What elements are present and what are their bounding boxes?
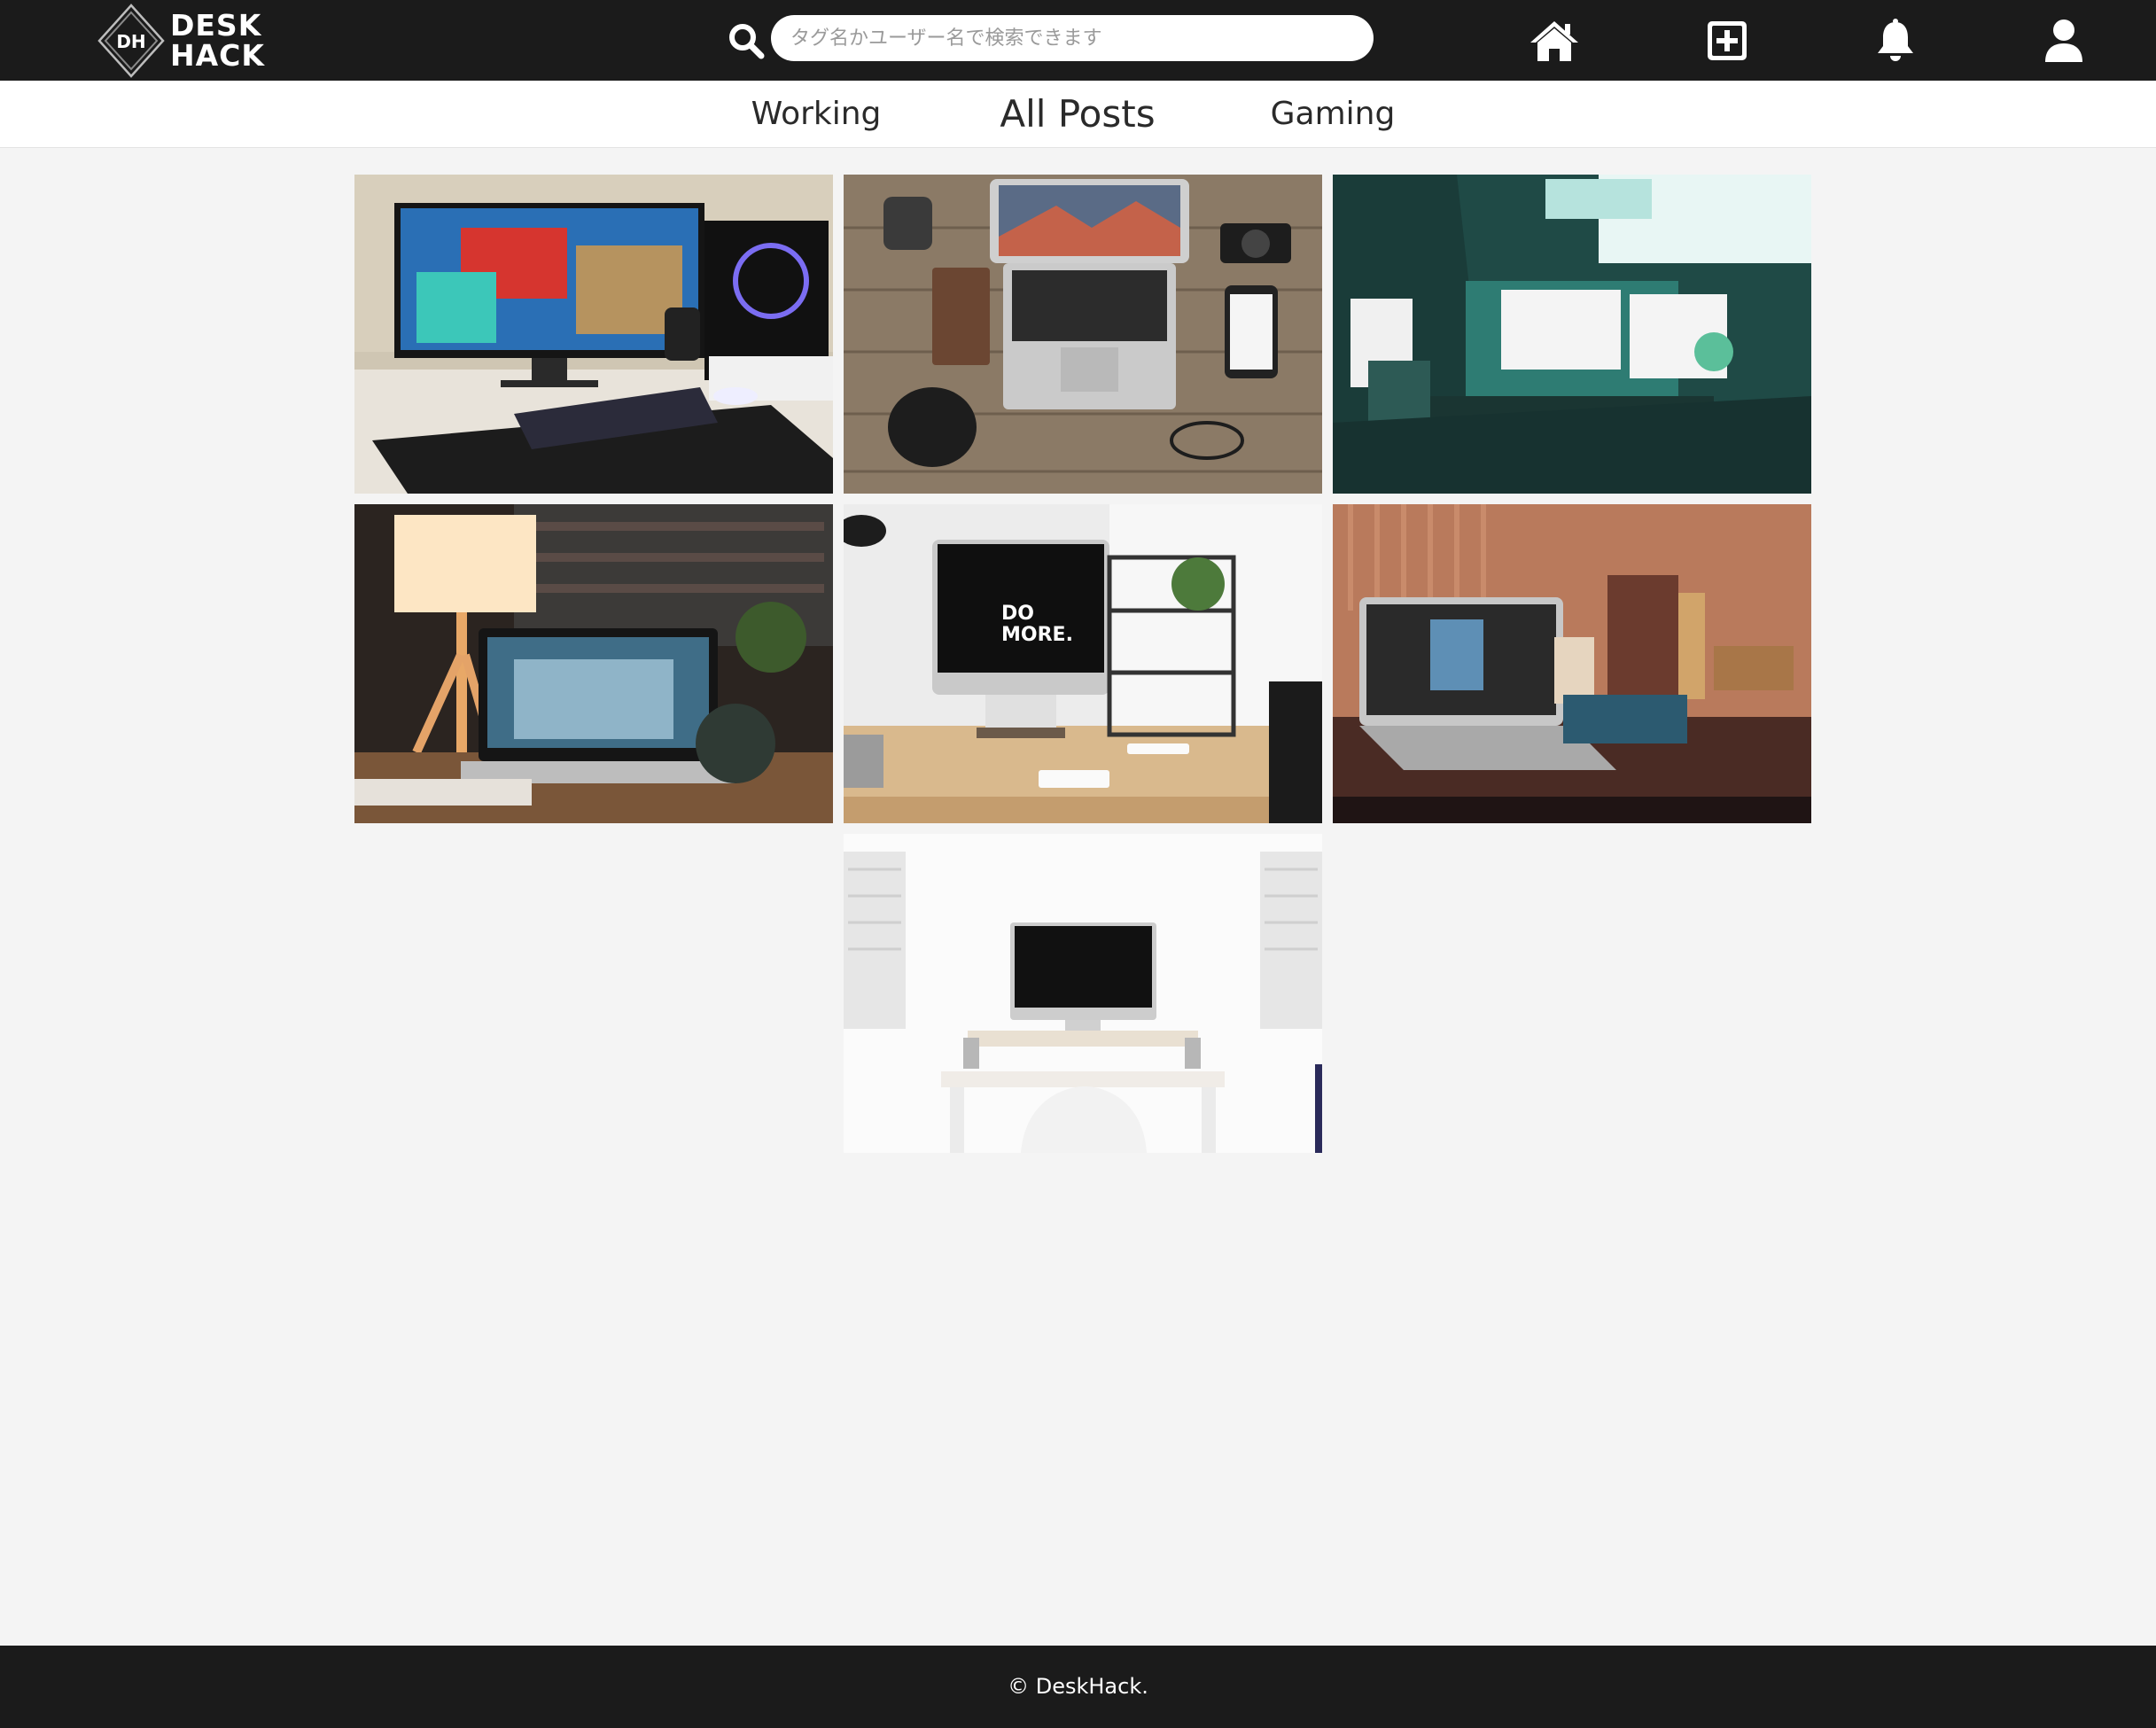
logo-diamond-icon: DH [97, 4, 165, 78]
tab-working[interactable]: Working [751, 81, 882, 148]
top-header: DH DESK HACK [0, 0, 2156, 81]
post-image [1333, 175, 1811, 494]
post-image [844, 834, 1322, 1153]
post-thumbnail-6[interactable] [1333, 504, 1811, 823]
category-tabs: Working All Posts Gaming [0, 81, 2156, 148]
post-image [354, 504, 833, 823]
brand-name: DESK HACK [170, 11, 265, 71]
search-icon[interactable] [727, 21, 766, 60]
post-image [354, 175, 833, 494]
add-post-icon[interactable] [1701, 14, 1754, 67]
brand-name-line1: DESK [170, 8, 262, 43]
page-footer: © DeskHack. [0, 1646, 2156, 1728]
logo-mark-text: DH [116, 31, 145, 52]
tab-all-posts[interactable]: All Posts [1000, 81, 1155, 148]
post-thumbnail-2[interactable] [844, 175, 1322, 494]
user-icon[interactable] [2037, 14, 2090, 67]
post-thumbnail-1[interactable] [354, 175, 833, 494]
post-thumbnail-4[interactable] [354, 504, 833, 823]
brand-logo[interactable]: DH DESK HACK [97, 4, 265, 78]
bell-icon[interactable] [1869, 14, 1922, 67]
post-thumbnail-5[interactable]: DO MORE. [844, 504, 1322, 823]
post-image: DO MORE. [844, 504, 1322, 823]
search-input[interactable] [771, 15, 1374, 61]
brand-name-line2: HACK [170, 38, 265, 73]
post-image [1333, 504, 1811, 823]
copyright-text: © DeskHack. [1008, 1674, 1148, 1699]
home-icon[interactable] [1528, 14, 1581, 67]
tab-gaming[interactable]: Gaming [1271, 81, 1396, 148]
post-thumbnail-3[interactable] [1333, 175, 1811, 494]
post-image [844, 175, 1322, 494]
post-thumbnail-7[interactable] [844, 834, 1322, 1153]
